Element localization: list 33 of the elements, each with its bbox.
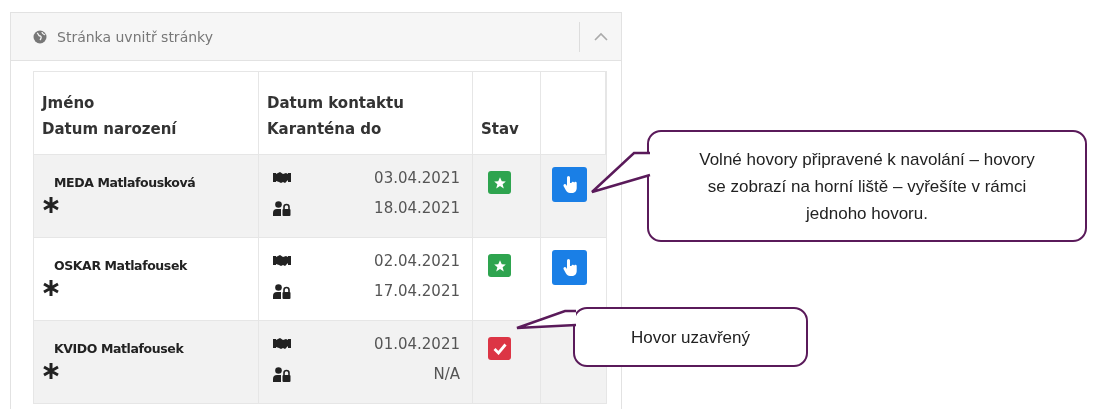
column-header: Stav — [481, 119, 520, 140]
quarantine-date: N/A — [432, 364, 460, 385]
call-button[interactable] — [552, 167, 587, 202]
asterisk-icon — [42, 196, 60, 214]
contact-date: 01.04.2021 — [373, 334, 460, 355]
globe-icon — [33, 29, 47, 44]
person-name: KVIDO Matlafousek — [54, 341, 185, 356]
person-name: MEDA Matlafousková — [54, 175, 197, 190]
handshake-icon — [273, 338, 291, 350]
asterisk-icon — [42, 279, 60, 297]
user-lock-icon — [273, 283, 291, 299]
panel-title: Stránka uvnitř stránky — [57, 28, 214, 45]
column-header: Karanténa do — [267, 119, 383, 140]
contact-date: 03.04.2021 — [373, 168, 460, 189]
chevron-icon — [593, 32, 608, 41]
callout: Hovor uzavřený — [573, 307, 808, 367]
column-header: Jméno — [42, 93, 96, 114]
callout: Volné hovory připravené k navolání – hovory se zobrazí na horní liště – vyřešíte v rámci jednoho hovoru. — [647, 130, 1087, 242]
user-lock-icon — [273, 200, 291, 216]
contact-date: 02.04.2021 — [373, 251, 460, 272]
call-button[interactable] — [552, 250, 587, 285]
quarantine-date: 18.04.2021 — [373, 198, 460, 219]
person-name: OSKAR Matlafousek — [54, 258, 188, 273]
handshake-icon — [273, 255, 291, 267]
asterisk-icon — [42, 362, 60, 380]
column-header: Datum narození — [42, 119, 178, 140]
callout-pointer — [592, 151, 650, 195]
handshake-icon — [273, 172, 291, 184]
pointing-hand-icon — [562, 176, 577, 193]
pointing-hand-icon — [562, 259, 577, 276]
quarantine-date: 17.04.2021 — [373, 281, 460, 302]
column-header: Datum kontaktu — [267, 93, 405, 114]
user-lock-icon — [273, 366, 291, 382]
